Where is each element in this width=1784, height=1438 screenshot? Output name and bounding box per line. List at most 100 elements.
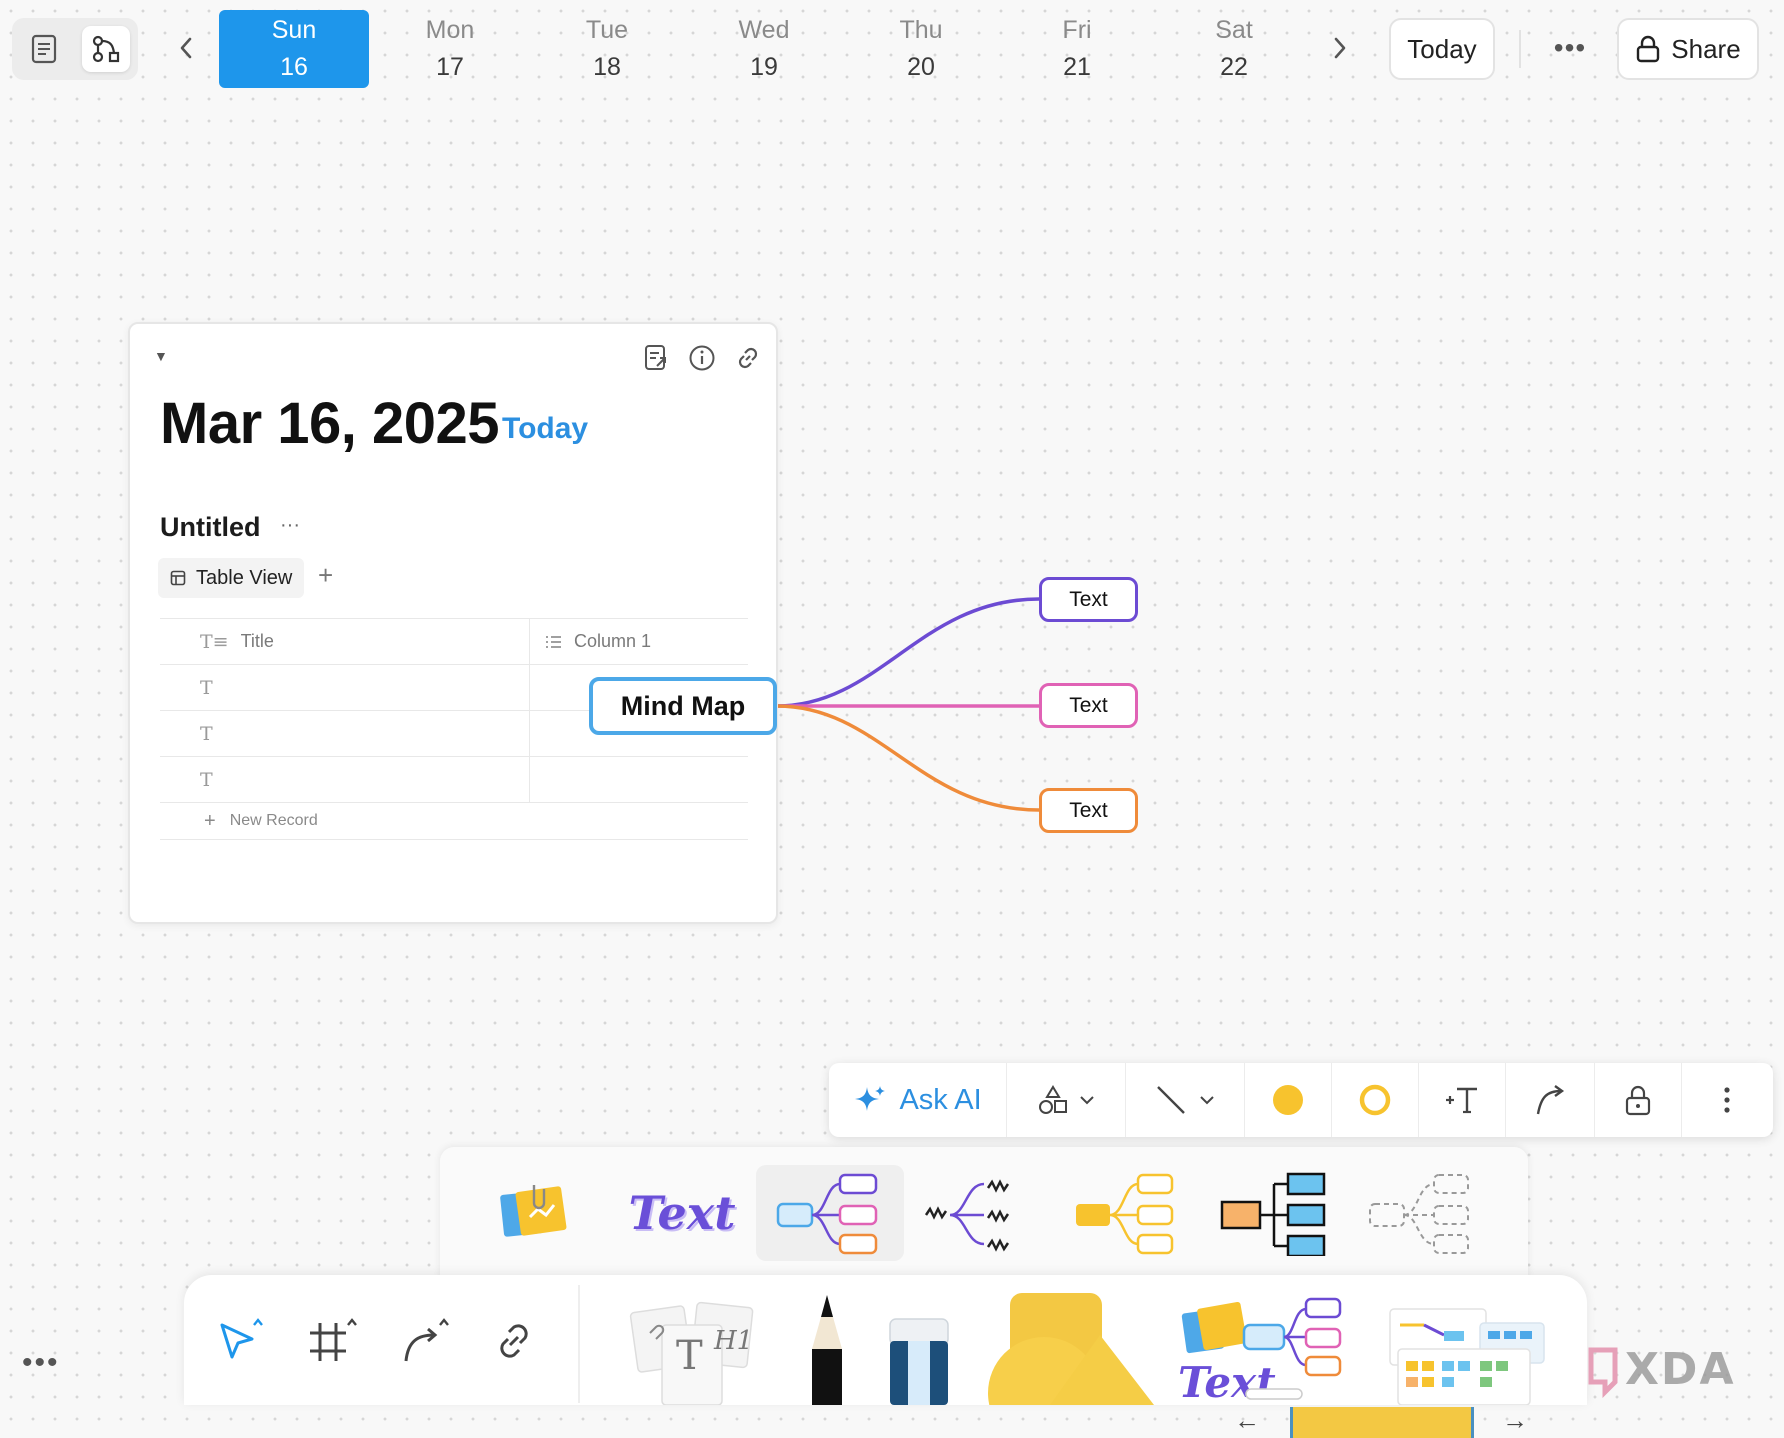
dock-scrollbar-thumb[interactable] — [1290, 1407, 1474, 1438]
note-tool[interactable]: T H1 — [624, 1289, 764, 1406]
table-view-tab[interactable]: Table View — [158, 558, 305, 598]
database-more-button[interactable]: ··· — [280, 514, 300, 537]
dock-divider — [578, 1285, 580, 1403]
lock-button[interactable] — [1595, 1063, 1682, 1137]
text-template[interactable]: Text — [608, 1165, 756, 1261]
text-type-icon: T — [200, 676, 213, 699]
mindmap-child-node[interactable]: Text — [1039, 788, 1138, 833]
connector-style-button[interactable] — [1506, 1063, 1595, 1137]
dock-more-button[interactable]: ••• — [22, 1346, 60, 1380]
mindmap-template-boxes[interactable] — [756, 1165, 904, 1261]
column-header-title[interactable]: T≡ Title — [160, 619, 530, 664]
note-cards-icon: T H1 — [629, 1301, 754, 1406]
eraser-icon — [889, 1318, 949, 1405]
new-record-button[interactable]: + New Record — [160, 802, 748, 840]
xda-logo-icon: XDA — [1588, 1344, 1736, 1399]
table-row[interactable]: T — [160, 756, 748, 802]
add-view-button[interactable]: + — [318, 560, 333, 591]
lock-icon — [1625, 1085, 1651, 1116]
text-type-icon: T≡ — [200, 630, 229, 653]
mindmap-child-node[interactable]: Text — [1039, 683, 1138, 728]
pencil-icon — [812, 1295, 842, 1405]
mindmap-tool[interactable]: Text — [1174, 1285, 1344, 1407]
connector-tool[interactable] — [386, 1303, 466, 1379]
copy-link-button[interactable] — [730, 340, 766, 376]
mindmap-style-5-icon — [1369, 1174, 1469, 1254]
add-text-icon — [1445, 1087, 1477, 1114]
today-badge: Today — [502, 412, 589, 445]
plus-icon: + — [204, 809, 216, 832]
line-style-dropdown[interactable] — [1126, 1063, 1245, 1137]
link-icon — [738, 347, 758, 369]
mindmap-template-yellow[interactable] — [1052, 1165, 1200, 1261]
chevron-down-icon — [1199, 1096, 1214, 1105]
shapes-icon — [988, 1293, 1154, 1438]
open-doc-button[interactable] — [638, 340, 674, 376]
svg-text:T: T — [676, 1333, 703, 1379]
sticky-note-template[interactable] — [460, 1165, 608, 1261]
add-text-button[interactable] — [1419, 1063, 1506, 1137]
scroll-right-button[interactable]: → — [1502, 1405, 1528, 1436]
template-tool[interactable] — [1384, 1305, 1554, 1406]
title-cell[interactable]: T — [160, 757, 530, 802]
collapse-toggle[interactable]: ▼ — [154, 348, 168, 364]
journal-card[interactable]: ▼ Mar 16, 2025 Today Untitled ··· Table … — [128, 322, 778, 924]
frame-tool[interactable] — [294, 1303, 374, 1379]
mindmap-template-dashed[interactable] — [1348, 1165, 1496, 1261]
more-actions-button[interactable] — [1682, 1063, 1773, 1137]
column-title-label: Title — [240, 631, 274, 651]
text-type-icon: T — [200, 768, 213, 791]
connector-purple — [776, 597, 1040, 708]
fill-color-button[interactable] — [1245, 1063, 1332, 1137]
mindmap-style-4-icon — [1220, 1172, 1326, 1256]
document-export-icon — [645, 345, 666, 370]
bottom-toolbar: T H1 Text — [184, 1275, 1587, 1438]
fill-color-icon — [1272, 1085, 1303, 1115]
pen-tool[interactable] — [800, 1291, 854, 1405]
table-icon — [170, 570, 186, 586]
link-icon — [500, 1324, 528, 1358]
frame-icon — [310, 1318, 357, 1361]
connector-orange — [776, 704, 1040, 812]
title-cell[interactable]: T — [160, 711, 530, 756]
mindmap-template-tree[interactable] — [1200, 1165, 1348, 1261]
line-style-icon — [1156, 1086, 1185, 1114]
sticky-note-icon — [500, 1185, 567, 1237]
pointer-icon — [220, 1318, 263, 1359]
column-1-cell[interactable] — [530, 757, 748, 802]
text-type-icon: T — [200, 722, 213, 745]
table-view-label: Table View — [196, 566, 293, 589]
ask-ai-button[interactable]: Ask AI — [829, 1063, 1008, 1137]
mindmap-style-3-icon — [1076, 1173, 1174, 1255]
chevron-down-icon — [1080, 1096, 1094, 1105]
stroke-color-icon — [1359, 1084, 1390, 1116]
mindmap-child-node[interactable]: Text — [1039, 577, 1138, 622]
shape-tool[interactable] — [984, 1289, 1154, 1438]
column-1-label: Column 1 — [574, 631, 652, 651]
checklist-icon — [546, 635, 561, 648]
scroll-left-button[interactable]: ← — [1234, 1405, 1260, 1436]
column-header-column1[interactable]: Column 1 — [530, 619, 748, 664]
mindmap-style-2-icon — [924, 1179, 1010, 1252]
stroke-color-button[interactable] — [1332, 1063, 1419, 1137]
connector-icon — [404, 1318, 449, 1362]
mindmap-template-scribble[interactable] — [904, 1165, 1052, 1261]
journal-date: Mar 16, 2025 — [160, 391, 500, 456]
text-template-sample: Text — [628, 1186, 736, 1240]
eraser-tool[interactable] — [884, 1315, 954, 1405]
mindmap-root-node[interactable]: Mind Map — [589, 677, 777, 735]
database-title[interactable]: Untitled — [160, 512, 261, 543]
shapes-icon — [1038, 1085, 1067, 1114]
new-record-label: New Record — [229, 812, 318, 829]
info-button[interactable] — [684, 340, 720, 376]
shape-type-dropdown[interactable] — [1007, 1063, 1126, 1137]
mindmap-style-1-icon — [776, 1173, 878, 1255]
curve-arrow-icon — [1536, 1085, 1564, 1115]
select-tool[interactable] — [202, 1303, 282, 1379]
templates-icon — [1389, 1308, 1545, 1406]
template-tray: Text — [440, 1147, 1528, 1279]
title-cell[interactable]: T — [160, 665, 530, 710]
svg-text:XDA: XDA — [1625, 1344, 1736, 1395]
link-tool[interactable] — [474, 1303, 554, 1379]
format-toolbar: Ask AI — [829, 1063, 1773, 1137]
